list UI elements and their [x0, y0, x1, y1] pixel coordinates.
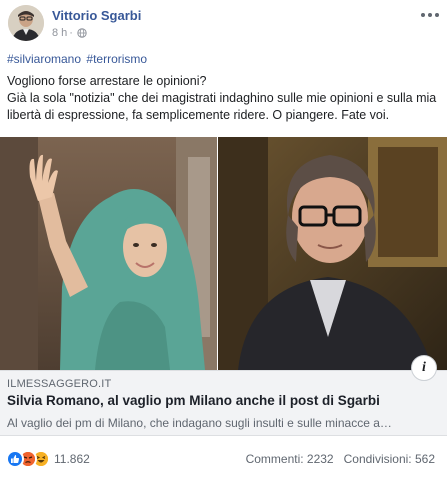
- post-text: Vogliono forse arrestare le opinioni? Gi…: [7, 73, 441, 124]
- author-name[interactable]: Vittorio Sgarbi: [52, 8, 141, 23]
- globe-icon[interactable]: [77, 28, 87, 38]
- link-title[interactable]: Silvia Romano, al vaglio pm Milano anche…: [7, 393, 380, 408]
- post-header: Vittorio Sgarbi 8 h ·: [6, 5, 441, 45]
- post-text-line: Già la sola "notizia" che dei magistrati…: [7, 91, 437, 122]
- author-avatar[interactable]: [8, 5, 44, 41]
- post-time[interactable]: 8 h: [52, 27, 67, 39]
- post-stats: Commenti: 2232 Condivisioni: 562: [246, 452, 435, 466]
- hashtags: #silviaromano #terrorismo: [7, 52, 149, 66]
- post-meta: 8 h ·: [52, 27, 87, 39]
- comments-count[interactable]: Commenti: 2232: [246, 452, 334, 466]
- like-icon: [6, 450, 24, 468]
- reactions-summary[interactable]: 11.862: [6, 450, 90, 468]
- hashtag-link[interactable]: #silviaromano: [7, 52, 81, 66]
- post-text-line: Vogliono forse arrestare le opinioni?: [7, 74, 207, 88]
- more-options-icon[interactable]: [419, 8, 441, 22]
- hashtag-link[interactable]: #terrorismo: [86, 52, 147, 66]
- shares-count[interactable]: Condivisioni: 562: [344, 452, 435, 466]
- facebook-post: Vittorio Sgarbi 8 h · #silviaromano #ter…: [0, 0, 447, 481]
- link-domain: ILMESSAGGERO.IT: [7, 378, 112, 390]
- photo-man-glasses: [218, 137, 447, 370]
- post-footer: 11.862 Commenti: 2232 Condivisioni: 562: [0, 446, 447, 470]
- info-icon[interactable]: i: [411, 355, 437, 381]
- link-preview-image[interactable]: [0, 137, 447, 370]
- link-preview[interactable]: i ILMESSAGGERO.IT Silvia Romano, al vagl…: [0, 355, 447, 436]
- reaction-count[interactable]: 11.862: [54, 452, 90, 466]
- link-description: Al vaglio dei pm di Milano, che indagano…: [7, 416, 392, 430]
- photo-woman-waving: [0, 137, 217, 370]
